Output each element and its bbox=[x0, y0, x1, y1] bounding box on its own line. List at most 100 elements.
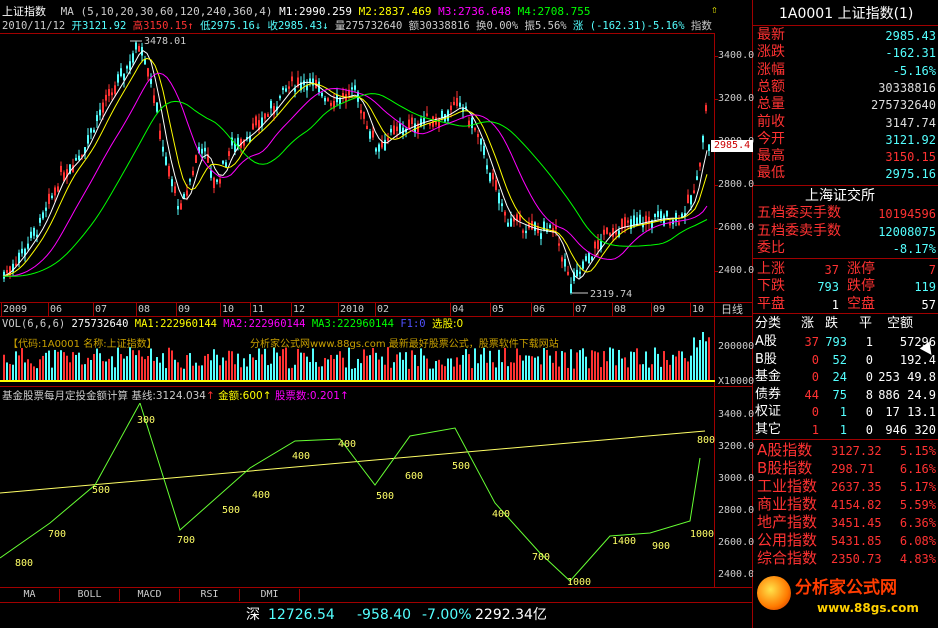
volume-bar bbox=[126, 356, 128, 381]
volume-bar bbox=[42, 355, 44, 381]
index-title: 上证指数 bbox=[2, 5, 46, 18]
date-x-tick: 10 bbox=[692, 304, 705, 315]
ma-params: MA (5,10,20,30,60,120,240,360,4) bbox=[60, 5, 273, 18]
tab-boll[interactable]: BOLL bbox=[60, 589, 120, 601]
candle-body bbox=[150, 78, 152, 84]
volume-bar bbox=[477, 363, 479, 381]
candle-body bbox=[288, 86, 290, 89]
volume-bar bbox=[15, 351, 17, 381]
volume-bar bbox=[360, 363, 362, 381]
volume-bar bbox=[651, 364, 653, 381]
up-arrow-icon[interactable]: ⇧ bbox=[711, 4, 721, 16]
volume-bar bbox=[6, 362, 8, 381]
volume-bar bbox=[204, 355, 206, 381]
volume-bar bbox=[135, 355, 137, 381]
candle-body bbox=[486, 165, 488, 170]
volume-bar bbox=[552, 362, 554, 381]
tab-dmi[interactable]: DMI bbox=[240, 589, 300, 601]
vol-y-tick: 200000 bbox=[718, 341, 755, 352]
index-name[interactable]: 地产指数 bbox=[757, 514, 817, 531]
candle-body bbox=[312, 78, 314, 86]
candle-body bbox=[291, 76, 293, 82]
volume-bar bbox=[687, 361, 689, 381]
volume-bar bbox=[276, 352, 278, 381]
volume-bar bbox=[525, 355, 527, 381]
index-pct: 5.17% bbox=[899, 480, 936, 494]
category-name: 其它 bbox=[755, 421, 782, 437]
index-name[interactable]: 综合指数 bbox=[757, 550, 817, 567]
volume-bar bbox=[594, 351, 596, 381]
breadth-label: 跌停 bbox=[847, 278, 875, 295]
volume-bar bbox=[582, 348, 584, 381]
amount-label: 700 bbox=[532, 552, 550, 563]
volume-bar bbox=[426, 358, 428, 381]
volume-bar bbox=[585, 356, 587, 381]
index-name[interactable]: 商业指数 bbox=[757, 496, 817, 513]
candle-body bbox=[117, 74, 119, 83]
category-header-cell: 跌 bbox=[825, 316, 839, 331]
amount-label: 400 bbox=[252, 490, 270, 501]
amount-label: 500 bbox=[376, 491, 394, 502]
volume-bar bbox=[69, 362, 71, 381]
index-pct: 6.08% bbox=[899, 534, 936, 548]
candle-body bbox=[6, 270, 8, 273]
candlestick-chart[interactable]: 3478.01 2319.74 bbox=[0, 33, 715, 302]
vol-overlay-text: 【代码:1A0001 名称:上证指数】 bbox=[8, 339, 157, 350]
volume-bar bbox=[504, 347, 506, 381]
tab-macd[interactable]: MACD bbox=[120, 589, 180, 601]
volume-bar bbox=[114, 367, 116, 381]
date-x-tick: 09 bbox=[178, 304, 191, 315]
index-name[interactable]: 工业指数 bbox=[757, 478, 817, 495]
category-up: 44 bbox=[804, 387, 819, 402]
index-name[interactable]: A股指数 bbox=[757, 442, 812, 459]
volume-bar bbox=[369, 355, 371, 381]
volume-bar bbox=[534, 357, 536, 381]
candle-body bbox=[285, 88, 287, 92]
volume-bar bbox=[648, 367, 650, 381]
volume-bar bbox=[36, 368, 38, 381]
candle-body bbox=[33, 228, 35, 236]
category-flat: 0 bbox=[865, 370, 873, 384]
vol-ma3: MA3:222960144 bbox=[311, 318, 394, 330]
candle-body bbox=[507, 222, 509, 227]
candle-body bbox=[510, 218, 512, 227]
volume-bar bbox=[615, 365, 617, 381]
period-label[interactable]: 日线 bbox=[721, 304, 743, 316]
index-name[interactable]: 公用指数 bbox=[757, 532, 817, 549]
status-bar: 深 12726.54 -958.40 -7.00% 2292.34亿 bbox=[0, 603, 752, 628]
fund-chart[interactable]: 800 700 500 300 700 500 400 400 400 500 600 500 400 7… bbox=[0, 403, 715, 586]
category-up: 0 bbox=[811, 352, 819, 367]
volume-bar bbox=[531, 356, 533, 381]
candle-body bbox=[279, 96, 281, 99]
quote-label: 最低 bbox=[757, 165, 785, 182]
volume-bar bbox=[297, 348, 299, 381]
candle-body bbox=[375, 148, 377, 152]
volume-bar bbox=[354, 368, 356, 381]
candle-body bbox=[111, 92, 113, 96]
quote-label: 涨幅 bbox=[757, 61, 785, 78]
tab-rsi[interactable]: RSI bbox=[180, 589, 240, 601]
volume-bar bbox=[123, 358, 125, 381]
candle-body bbox=[660, 211, 662, 219]
site-logo: 分析家公式网 www.88gs.com bbox=[753, 572, 938, 628]
candle-body bbox=[354, 85, 356, 90]
low-marker-label: 2319.74 bbox=[590, 289, 632, 300]
volume-bar bbox=[540, 364, 542, 381]
tab-ma[interactable]: MA bbox=[0, 589, 60, 601]
bar-volume: 量275732640 bbox=[334, 20, 403, 32]
volume-bar bbox=[111, 356, 113, 381]
volume-bar bbox=[549, 355, 551, 381]
volume-bar bbox=[468, 354, 470, 381]
breadth-value: 37 bbox=[824, 263, 839, 277]
date-x-tick: 2010 bbox=[340, 304, 365, 315]
candle-body bbox=[51, 195, 53, 198]
category-up: 0 bbox=[811, 370, 819, 384]
volume-bar bbox=[471, 368, 473, 381]
volume-bar bbox=[129, 347, 131, 381]
candle-body bbox=[678, 222, 680, 225]
index-name[interactable]: B股指数 bbox=[757, 460, 812, 477]
volume-bar bbox=[627, 367, 629, 381]
volume-bar bbox=[78, 352, 80, 381]
volume-bar bbox=[27, 359, 29, 381]
price-y-tick: 2600.0 bbox=[718, 222, 755, 233]
